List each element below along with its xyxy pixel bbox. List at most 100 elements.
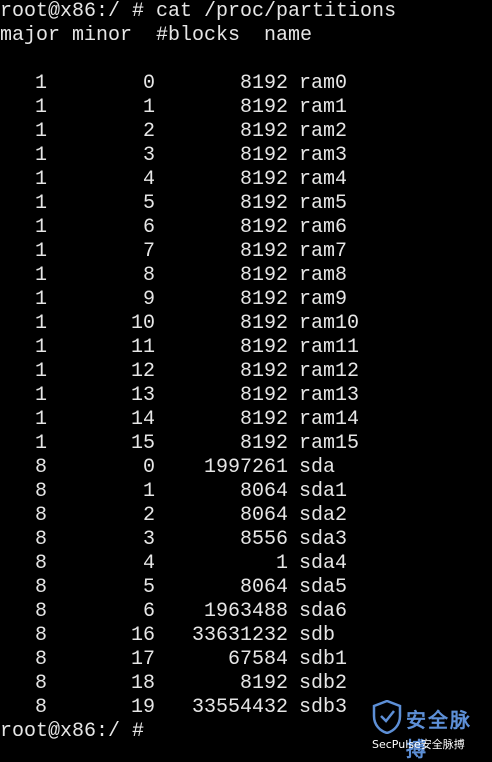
partition-blocks: 33631232: [191, 624, 288, 647]
partition-blocks: 33554432: [191, 696, 288, 719]
partition-blocks: 8192: [239, 408, 288, 431]
partition-minor: 0: [142, 72, 155, 95]
partition-minor: 12: [130, 360, 155, 383]
partition-major: 1: [34, 120, 47, 143]
partition-major: 8: [34, 672, 47, 695]
partition-name: ram15: [299, 432, 360, 455]
partition-blocks: 8064: [239, 504, 288, 527]
partition-major: 8: [34, 552, 47, 575]
partition-major: 1: [34, 240, 47, 263]
partition-major: 1: [34, 384, 47, 407]
watermark-subtitle: SecPulse安全脉搏: [372, 738, 465, 751]
partition-minor: 3: [142, 144, 155, 167]
partition-name: ram14: [299, 408, 360, 431]
partition-name: ram2: [299, 120, 348, 143]
partition-major: 8: [34, 504, 47, 527]
partition-minor: 6: [142, 600, 155, 623]
watermark: 安全脉搏 SecPulse安全脉搏: [370, 700, 492, 761]
partition-minor: 7: [142, 240, 155, 263]
partition-name: sda6: [299, 600, 348, 623]
partition-major: 1: [34, 168, 47, 191]
partition-blocks: 1: [275, 552, 288, 575]
watermark-title: 安全脉搏: [406, 708, 472, 761]
partition-minor: 5: [142, 192, 155, 215]
command-line: root@x86:/ # cat /proc/partitions: [0, 0, 397, 23]
partition-blocks: 8192: [239, 264, 288, 287]
partition-name: sda1: [299, 480, 348, 503]
partition-name: ram13: [299, 384, 360, 407]
partition-blocks: 8192: [239, 432, 288, 455]
partition-minor: 16: [130, 624, 155, 647]
partition-blocks: 8192: [239, 288, 288, 311]
partition-name: sda4: [299, 552, 348, 575]
terminal-window[interactable]: root@x86:/ # cat /proc/partitions major …: [0, 0, 492, 761]
prompt-text: root@x86:/ #: [0, 720, 145, 743]
partition-name: ram9: [299, 288, 348, 311]
partition-blocks: 8192: [239, 168, 288, 191]
partition-major: 8: [34, 480, 47, 503]
partition-major: 1: [34, 264, 47, 287]
partition-name: ram10: [299, 312, 360, 335]
partition-minor: 1: [142, 96, 155, 119]
partition-blocks: 8192: [239, 336, 288, 359]
partition-name: ram6: [299, 216, 348, 239]
partition-name: ram7: [299, 240, 348, 263]
table-header: major minor #blocks name: [0, 24, 313, 47]
partition-blocks: 8192: [239, 144, 288, 167]
partition-minor: 9: [142, 288, 155, 311]
partition-major: 1: [34, 360, 47, 383]
partition-major: 8: [34, 600, 47, 623]
partition-minor: 13: [130, 384, 155, 407]
partition-major: 1: [34, 72, 47, 95]
partition-major: 1: [34, 432, 47, 455]
partition-blocks: 67584: [227, 648, 288, 671]
partition-name: sda5: [299, 576, 348, 599]
partition-name: ram11: [299, 336, 360, 359]
partition-minor: 8: [142, 264, 155, 287]
partition-name: sda2: [299, 504, 348, 527]
partition-major: 1: [34, 288, 47, 311]
partition-major: 1: [34, 96, 47, 119]
partition-name: sda: [299, 456, 336, 479]
partition-minor: 0: [142, 456, 155, 479]
partition-blocks: 8556: [239, 528, 288, 551]
partition-name: ram12: [299, 360, 360, 383]
partition-minor: 14: [130, 408, 155, 431]
partition-major: 8: [34, 624, 47, 647]
partition-name: ram3: [299, 144, 348, 167]
partition-name: sda3: [299, 528, 348, 551]
partition-blocks: 1997261: [203, 456, 288, 479]
partition-major: 1: [34, 408, 47, 431]
cursor: [144, 718, 154, 736]
partition-major: 8: [34, 576, 47, 599]
partition-major: 1: [34, 216, 47, 239]
partition-name: ram1: [299, 96, 348, 119]
partition-minor: 15: [130, 432, 155, 455]
partition-name: sdb1: [299, 648, 348, 671]
partition-blocks: 8064: [239, 576, 288, 599]
partition-minor: 10: [130, 312, 155, 335]
partition-name: ram8: [299, 264, 348, 287]
partition-minor: 2: [142, 504, 155, 527]
partition-major: 8: [34, 648, 47, 671]
partition-major: 8: [34, 528, 47, 551]
partition-major: 1: [34, 144, 47, 167]
partition-blocks: 8064: [239, 480, 288, 503]
partition-blocks: 8192: [239, 192, 288, 215]
partition-major: 1: [34, 312, 47, 335]
partition-blocks: 8192: [239, 72, 288, 95]
partition-minor: 2: [142, 120, 155, 143]
shell-prompt[interactable]: root@x86:/ #: [0, 718, 154, 743]
partition-minor: 18: [130, 672, 155, 695]
partition-major: 1: [34, 336, 47, 359]
partition-blocks: 8192: [239, 240, 288, 263]
partition-minor: 19: [130, 696, 155, 719]
partition-blocks: 8192: [239, 360, 288, 383]
partition-minor: 4: [142, 168, 155, 191]
partition-blocks: 8192: [239, 672, 288, 695]
partition-name: sdb: [299, 624, 336, 647]
partition-minor: 17: [130, 648, 155, 671]
shield-icon: [372, 700, 402, 734]
partition-name: ram5: [299, 192, 348, 215]
partition-name: sdb3: [299, 696, 348, 719]
